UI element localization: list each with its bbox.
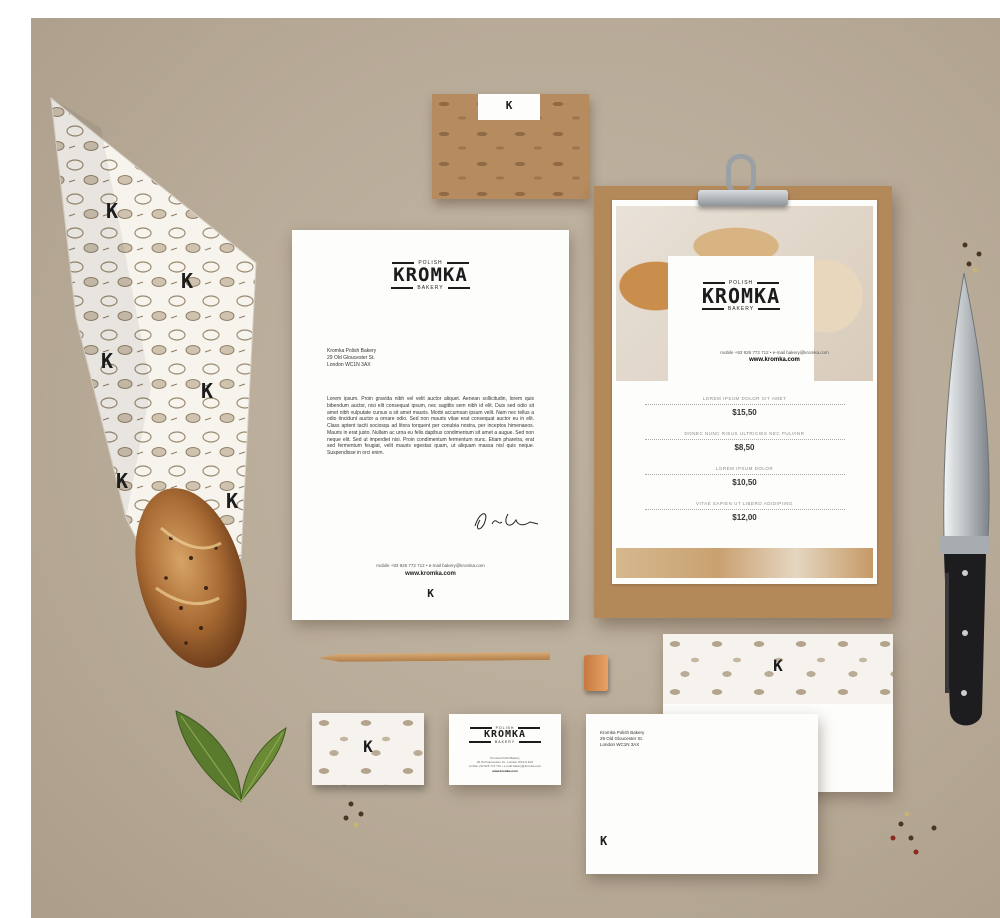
peppercorns	[343, 242, 982, 855]
mockup-scene: KKK KKK K POLISH KROMKA BAKERY Kromka Po…	[31, 18, 1000, 918]
